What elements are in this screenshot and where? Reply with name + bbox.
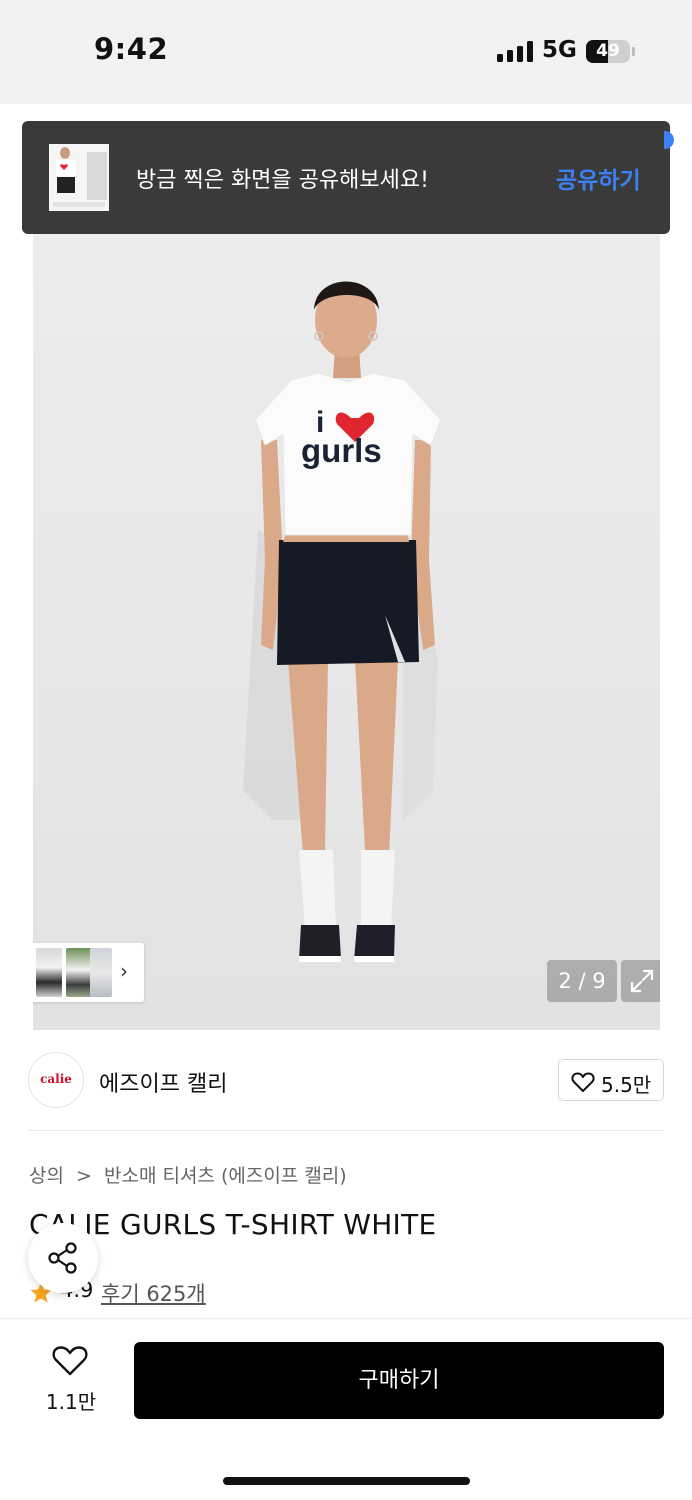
wishlist-count: 1.1만 <box>45 1390 97 1414</box>
network-type: 5G <box>542 37 577 63</box>
breadcrumb: 상의 > 반소매 티셔츠 (에즈이프 캘리) <box>29 1161 353 1188</box>
notification-dot <box>664 131 674 149</box>
share-toast: 방금 찍은 화면을 공유해보세요! 공유하기 <box>22 121 670 234</box>
breadcrumb-item[interactable]: 반소매 티셔츠 (에즈이프 캘리) <box>104 1165 347 1187</box>
signal-icon <box>497 40 533 62</box>
review-link[interactable]: 후기 625개 <box>101 1278 206 1308</box>
expand-button[interactable] <box>621 960 660 1002</box>
status-bar: 9:42 5G 49 <box>0 0 692 104</box>
breadcrumb-item[interactable]: 상의 <box>29 1165 64 1187</box>
toast-message: 방금 찍은 화면을 공유해보세요! <box>136 168 429 193</box>
brand-logo-text: calie <box>40 1072 72 1086</box>
brand-like-count: 5.5만 <box>601 1073 652 1097</box>
thumbnail-image[interactable] <box>90 948 112 997</box>
image-counter: 2 / 9 <box>547 960 617 1002</box>
battery-tip <box>632 47 635 56</box>
brand-like-button[interactable]: 5.5만 <box>558 1059 664 1101</box>
share-button[interactable] <box>28 1223 98 1293</box>
model-photo: i gurls <box>243 281 442 962</box>
share-now-button[interactable]: 공유하기 <box>556 161 641 195</box>
breadcrumb-separator-icon: > <box>76 1165 92 1187</box>
divider <box>28 1130 664 1131</box>
share-icon <box>48 1242 77 1274</box>
battery-level: 49 <box>596 41 620 61</box>
thumbnail-strip[interactable]: › <box>33 943 144 1002</box>
wishlist-heart-icon[interactable] <box>52 1345 88 1377</box>
brand-logo[interactable]: calie <box>28 1052 84 1108</box>
thumbnail-image[interactable] <box>36 948 62 997</box>
chevron-right-icon[interactable]: › <box>120 959 128 983</box>
status-time: 9:42 <box>94 32 169 66</box>
product-image[interactable]: i gurls › 2 / 9 <box>33 230 660 1030</box>
battery-icon: 49 <box>586 40 630 63</box>
buy-button[interactable]: 구매하기 <box>134 1342 664 1419</box>
expand-icon <box>630 969 654 993</box>
home-indicator[interactable] <box>223 1477 470 1485</box>
toast-thumbnail <box>49 144 109 211</box>
heart-icon <box>571 1072 595 1092</box>
thumbnail-image[interactable] <box>66 948 92 997</box>
brand-name[interactable]: 에즈이프 캘리 <box>99 1066 227 1098</box>
shirt-text-bottom: gurls <box>301 432 382 469</box>
